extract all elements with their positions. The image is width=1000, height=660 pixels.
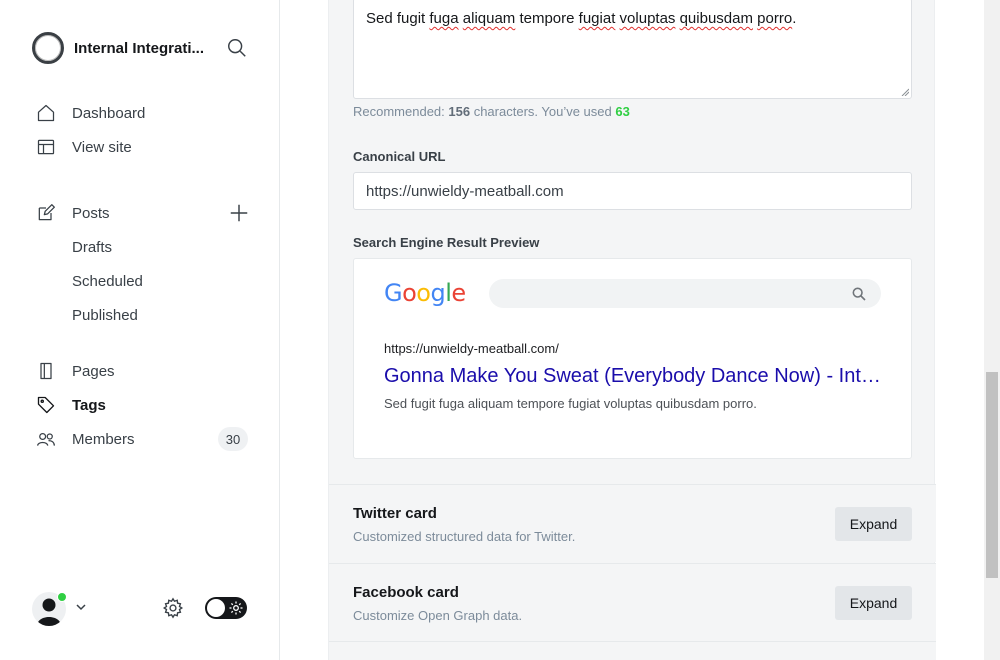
online-status-dot [57,592,67,602]
nav-pages[interactable]: Pages [36,359,115,383]
canonical-url-input[interactable]: https://unwieldy-meatball.com [353,172,912,210]
resize-handle-icon[interactable] [901,88,909,96]
facebook-card-section: Facebook card Customize Open Graph data.… [329,563,936,641]
add-post-icon[interactable] [228,202,250,224]
nav-label: View site [72,138,132,156]
nav-label: Pages [72,362,115,380]
google-search-bar [489,279,881,308]
canonical-url-label: Canonical URL [353,149,446,164]
meta-description-text: Sed fugit fuga aliquam tempore fugiat vo… [366,10,797,27]
facebook-expand-button[interactable]: Expand [835,586,912,620]
twitter-card-section: Twitter card Customized structured data … [329,484,936,562]
preview-title: Gonna Make You Sweat (Everybody Dance No… [384,365,884,387]
settings-panel: Sed fugit fuga aliquam tempore fugiat vo… [328,0,936,660]
next-card-section [329,641,936,660]
scrollbar-thumb[interactable] [986,372,998,578]
page-icon [40,362,52,380]
search-result-preview: Google https://unwieldy-meatball.com/ Go… [353,258,912,459]
hint-prefix: Recommended: [353,104,449,119]
search-icon [852,287,866,301]
nav-label: Tags [72,396,106,414]
preview-url: https://unwieldy-meatball.com/ [384,341,559,356]
serp-preview-label: Search Engine Result Preview [353,235,540,250]
search-icon[interactable] [226,37,248,59]
theme-toggle[interactable] [205,597,247,619]
sidebar: Internal Integrati... Dashboard View sit… [0,0,280,660]
scrollbar[interactable] [984,0,1000,660]
meta-description-textarea[interactable]: Sed fugit fuga aliquam tempore fugiat vo… [353,0,912,99]
nav-posts[interactable]: Posts [36,201,110,225]
used-count: 63 [615,104,630,119]
nav-tags[interactable]: Tags [36,393,106,417]
nav-label: Drafts [72,238,113,256]
twitter-card-subtitle: Customized structured data for Twitter. [353,529,576,544]
toggle-knob [207,599,225,617]
site-logo-icon [32,32,64,64]
nav-dashboard[interactable]: Dashboard [36,101,145,125]
preview-description: Sed fugit fuga aliquam tempore fugiat vo… [384,396,757,411]
chevron-down-icon[interactable] [74,600,88,614]
nav-members[interactable]: Members [36,427,135,451]
pencil-icon [38,204,55,221]
gear-icon[interactable] [162,597,184,619]
nav-label: Members [72,430,135,448]
home-icon [37,104,55,122]
hint-middle: characters. You’ve used [470,104,616,119]
sun-icon [229,601,243,615]
sidebar-footer [32,590,252,626]
character-count-hint: Recommended: 156 characters. You’ve used… [353,104,630,119]
members-icon [37,432,55,446]
nav-label: Published [72,306,138,324]
nav-view-site[interactable]: View site [36,135,132,159]
recommended-count: 156 [448,104,471,119]
site-brand[interactable]: Internal Integrati... [32,32,212,64]
layout-icon [37,139,55,155]
facebook-card-subtitle: Customize Open Graph data. [353,608,523,623]
facebook-card-title: Facebook card [353,584,459,601]
google-logo: Google [384,279,466,307]
twitter-card-title: Twitter card [353,505,437,522]
nav-label: Scheduled [72,272,143,290]
site-title: Internal Integrati... [74,39,205,57]
nav-label: Posts [72,204,110,222]
twitter-expand-button[interactable]: Expand [835,507,912,541]
main-content: Sed fugit fuga aliquam tempore fugiat vo… [281,0,984,660]
nav-label: Dashboard [72,104,146,122]
tag-icon [37,396,55,414]
members-count-badge: 30 [218,427,248,451]
